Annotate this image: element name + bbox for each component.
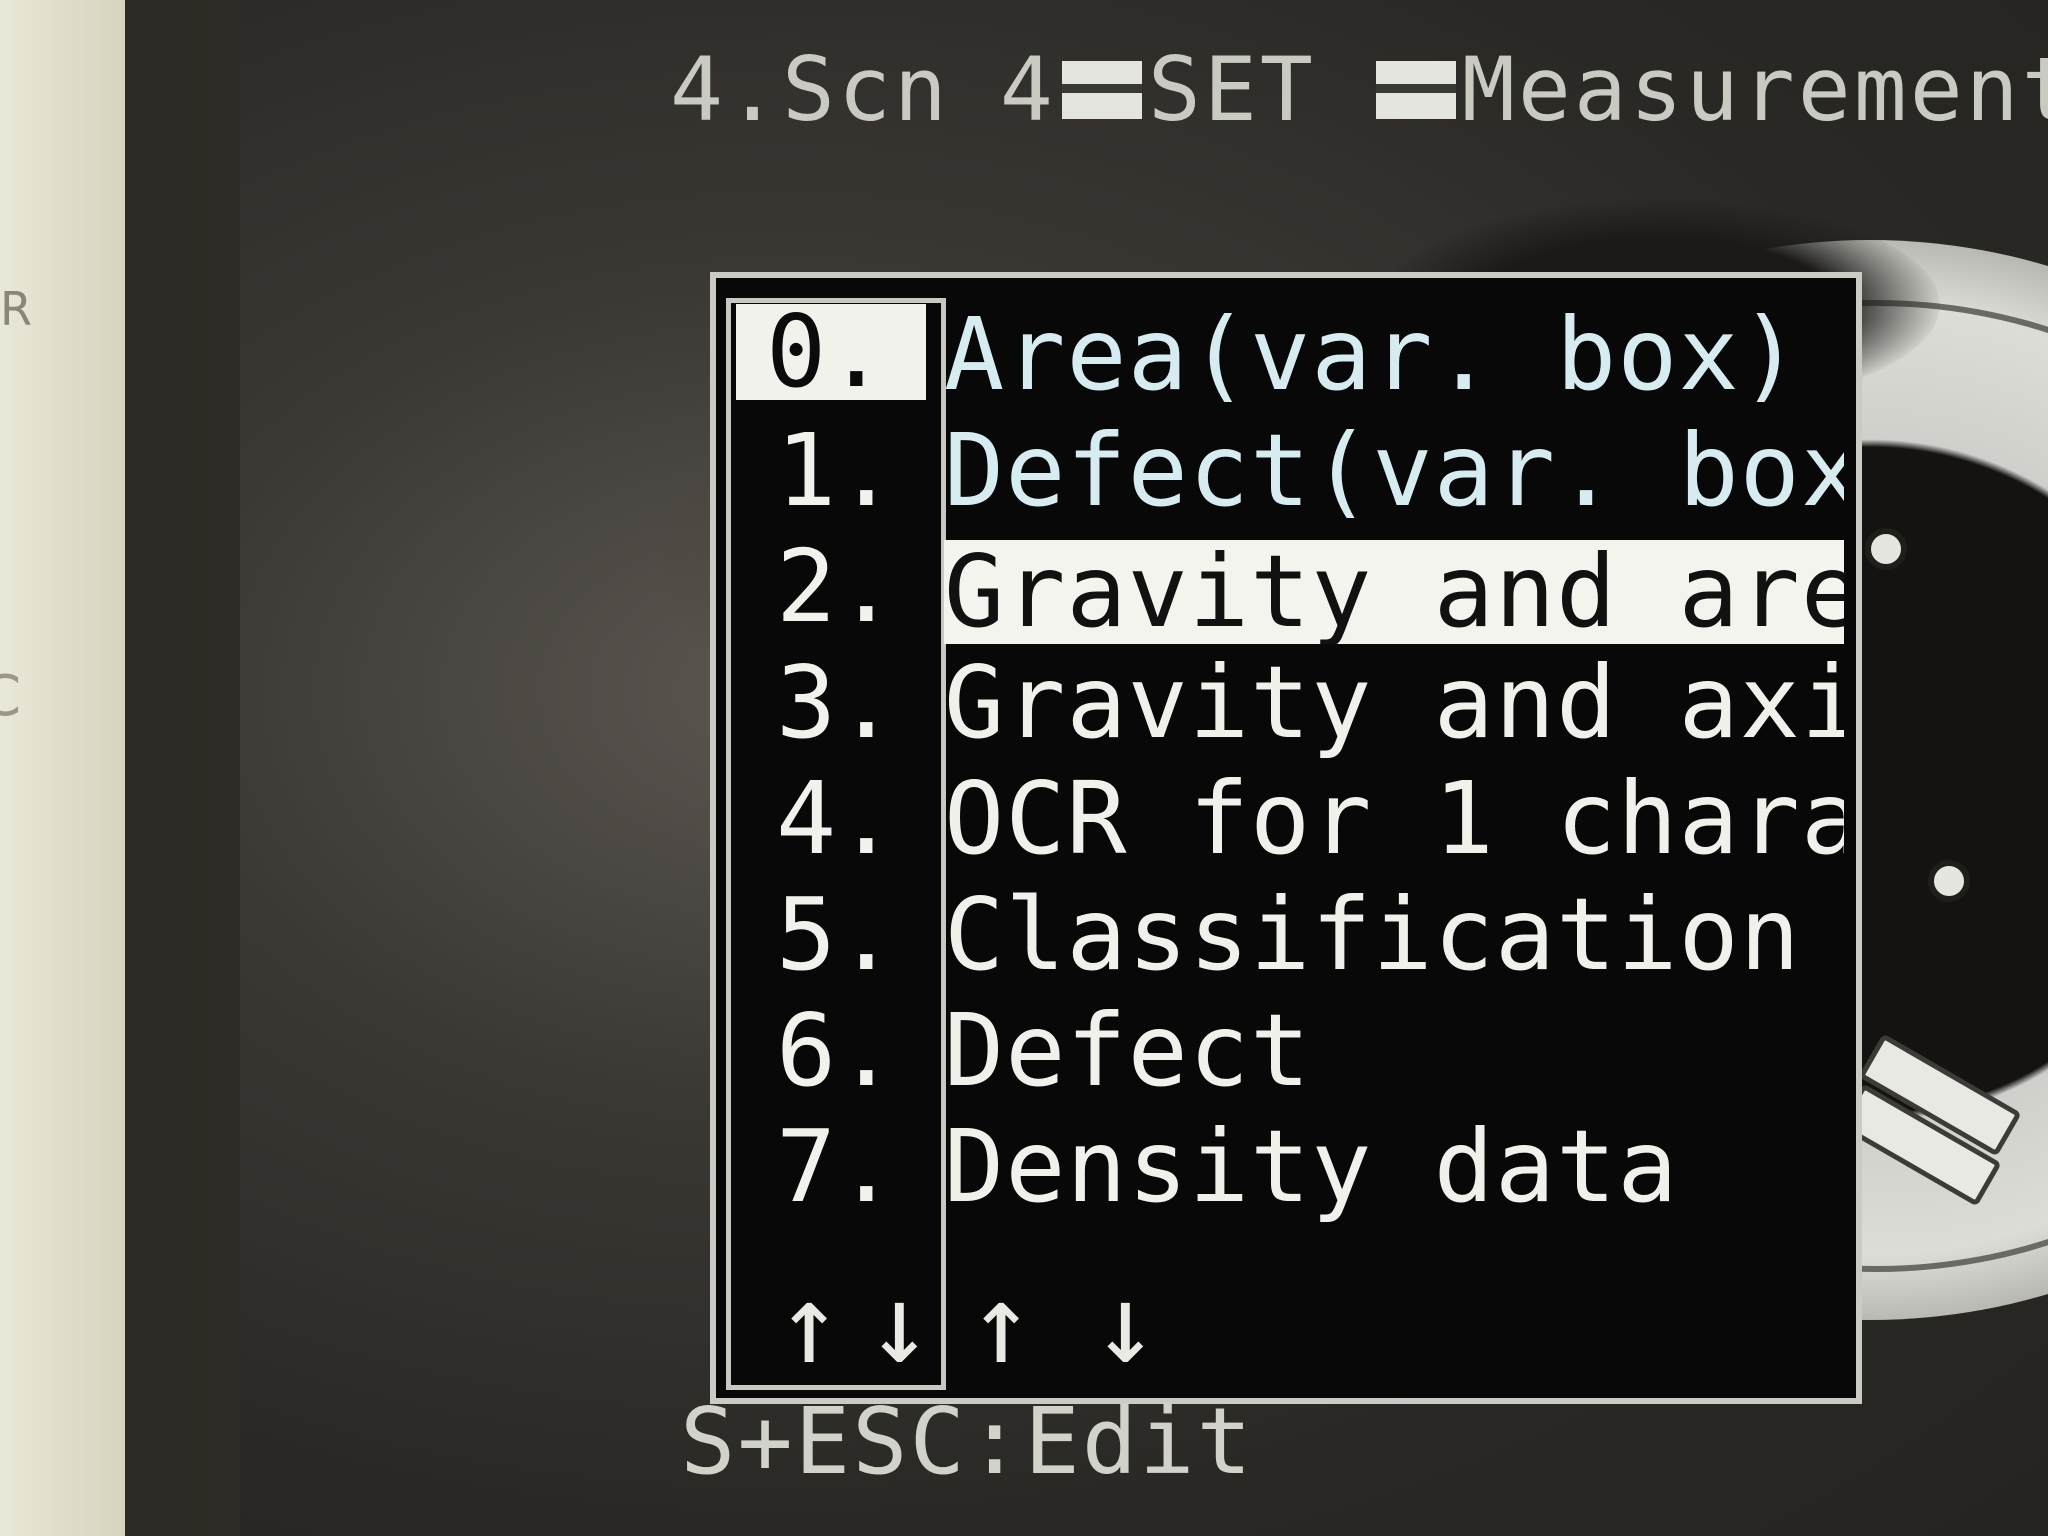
menu-item-number: 7.: [776, 1108, 897, 1225]
menu-item-number: 4.: [776, 760, 897, 877]
menu-item-label-selected: Gravity and area: [944, 540, 1844, 644]
measurement-type-menu[interactable]: 0. Area(var. box) 1. Defect(var. box) 2.…: [710, 272, 1862, 1404]
menu-item-label: Gravity and axis: [944, 644, 1844, 761]
menu-item-area-var-box[interactable]: 0. Area(var. box): [716, 296, 1856, 414]
menu-item-number: 0.: [736, 302, 926, 402]
set-label: SET: [1147, 38, 1316, 141]
margin-letter-r: R: [0, 282, 32, 336]
separator-icon: [1375, 60, 1456, 119]
menu-item-number: 2.: [776, 528, 897, 645]
menu-item-label: Area(var. box): [944, 296, 1801, 413]
menu-item-gravity-and-axis[interactable]: 3. Gravity and axis: [716, 644, 1856, 762]
menu-item-defect-var-box[interactable]: 1. Defect(var. box): [716, 412, 1856, 530]
menu-item-label: OCR for 1 chara: [944, 760, 1844, 877]
scroll-arrows-icon[interactable]: ↑↓: [968, 1260, 1216, 1388]
menu-item-label: Density data: [944, 1108, 1679, 1225]
ring-hole: [1865, 528, 1907, 570]
screen-number: 4.Scn: [670, 38, 950, 141]
edit-hint: S+ESC:Edit: [680, 1388, 1254, 1495]
menu-item-label: Classification: [944, 876, 1801, 993]
mode-label: Measurement: [1461, 38, 2048, 141]
scroll-arrows-icon[interactable]: ↑↓: [776, 1260, 956, 1388]
menu-item-classification[interactable]: 5. Classification: [716, 876, 1856, 994]
setting-number: 4: [999, 38, 1056, 141]
menu-item-ocr-for-1-chara[interactable]: 4. OCR for 1 chara: [716, 760, 1856, 878]
margin-letter-c: C: [0, 664, 22, 729]
menu-item-gravity-and-area[interactable]: 2. Gravity and area: [716, 528, 1856, 646]
menu-item-number: 1.: [776, 412, 897, 529]
screen-header: 4.Scn 4 SET Measurement: [670, 38, 2048, 141]
menu-item-defect[interactable]: 6. Defect: [716, 992, 1856, 1110]
menu-item-density-data[interactable]: 7. Density data: [716, 1108, 1856, 1226]
menu-item-label: Defect(var. box): [944, 412, 1844, 529]
lcd-screen: 4.Scn 4 SET Measurement 0. Area(var. box…: [240, 0, 2048, 1536]
menu-item-number: 3.: [776, 644, 897, 761]
menu-item-number: 6.: [776, 992, 897, 1109]
menu-item-number: 5.: [776, 876, 897, 993]
ring-hole: [1928, 860, 1970, 902]
menu-item-label: Defect: [944, 992, 1312, 1109]
separator-icon: [1061, 60, 1142, 119]
paper-margin: R C: [0, 0, 125, 1536]
